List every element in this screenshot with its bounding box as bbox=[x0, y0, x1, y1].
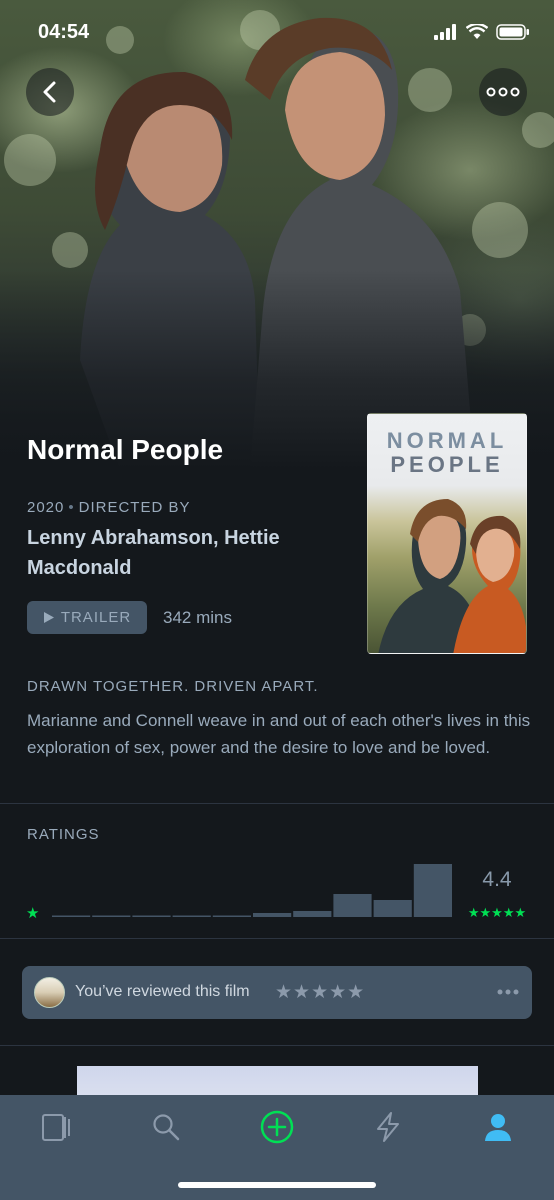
review-more-button[interactable] bbox=[496, 982, 520, 1007]
film-meta: 2020 • DIRECTED BY bbox=[27, 499, 191, 516]
backdrop-image bbox=[0, 0, 554, 470]
poster-artwork bbox=[378, 499, 526, 653]
add-icon bbox=[260, 1110, 294, 1144]
ratings-label: RATINGS bbox=[27, 826, 100, 843]
divider bbox=[0, 938, 554, 939]
low-rating-star: ★ bbox=[26, 904, 39, 922]
rating-bar-4[interactable] bbox=[333, 894, 372, 917]
rating-bar-2.5[interactable] bbox=[212, 915, 251, 918]
search-icon bbox=[153, 1114, 180, 1141]
rating-bar-1[interactable] bbox=[92, 915, 131, 918]
status-time: 04:54 bbox=[38, 21, 90, 43]
play-icon bbox=[43, 612, 54, 623]
chevron-left-icon bbox=[43, 81, 56, 103]
review-stars: ★★★★★ bbox=[275, 982, 366, 1003]
ratings-histogram[interactable]: ★ 4.4 ★★★★★ bbox=[0, 850, 554, 925]
home-indicator bbox=[178, 1182, 376, 1188]
directors[interactable]: Lenny Abrahamson, Hettie Macdonald bbox=[27, 523, 347, 583]
synopsis[interactable]: Marianne and Connell weave in and out of… bbox=[27, 707, 532, 761]
status-icons bbox=[434, 24, 530, 40]
rating-bar-4.5[interactable] bbox=[373, 900, 412, 917]
back-button[interactable] bbox=[26, 68, 74, 116]
rating-bar-5[interactable] bbox=[413, 864, 452, 917]
trailer-button[interactable]: TRAILER bbox=[27, 601, 147, 634]
more-options-button[interactable] bbox=[479, 68, 527, 116]
runtime: 342 mins bbox=[163, 608, 232, 627]
high-rating-stars: ★★★★★ bbox=[468, 906, 526, 921]
profile-icon bbox=[485, 1114, 511, 1141]
tab-films[interactable] bbox=[36, 1109, 76, 1145]
wifi-icon bbox=[466, 24, 488, 39]
ellipsis-icon bbox=[486, 87, 520, 97]
trailer-label: TRAILER bbox=[60, 609, 132, 626]
avatar[interactable] bbox=[34, 977, 65, 1008]
average-rating[interactable]: 4.4 bbox=[482, 868, 512, 891]
review-status-text: You’ve reviewed this film bbox=[75, 983, 250, 1000]
film-title: Normal People bbox=[27, 434, 224, 465]
rating-bar-2[interactable] bbox=[172, 915, 211, 918]
tab-add[interactable] bbox=[257, 1109, 297, 1145]
tab-profile[interactable] bbox=[478, 1109, 518, 1145]
meta-separator: • bbox=[68, 499, 75, 516]
tab-activity[interactable] bbox=[368, 1109, 408, 1145]
film-poster[interactable]: NORMAL PEOPLE bbox=[367, 413, 527, 654]
divider bbox=[0, 1045, 554, 1046]
activity-icon bbox=[377, 1112, 399, 1142]
divider bbox=[0, 803, 554, 804]
release-year[interactable]: 2020 bbox=[27, 499, 64, 516]
rating-bar-1.5[interactable] bbox=[132, 915, 171, 918]
your-review-bar[interactable]: You’ve reviewed this film ★★★★★ bbox=[22, 966, 532, 1019]
ellipsis-icon bbox=[497, 989, 519, 995]
battery-icon bbox=[496, 24, 529, 40]
films-icon bbox=[42, 1114, 70, 1141]
rating-bar-3[interactable] bbox=[253, 913, 292, 917]
status-bar: 04:54 bbox=[0, 0, 554, 66]
rating-bar-3.5[interactable] bbox=[293, 911, 332, 917]
cellular-signal-icon bbox=[434, 24, 456, 40]
tab-search[interactable] bbox=[146, 1109, 186, 1145]
histogram-bars bbox=[52, 864, 452, 917]
directed-by-label: DIRECTED BY bbox=[78, 499, 191, 516]
rating-bar-0.5[interactable] bbox=[52, 915, 91, 918]
tagline: DRAWN TOGETHER. DRIVEN APART. bbox=[27, 678, 319, 695]
